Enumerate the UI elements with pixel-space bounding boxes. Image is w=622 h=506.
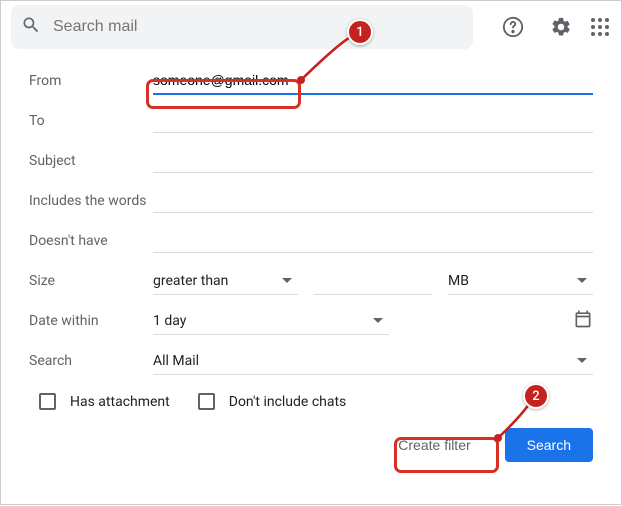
header <box>1 1 621 49</box>
doesnt-have-label: Doesn't have <box>29 233 153 249</box>
calendar-icon[interactable] <box>573 309 593 333</box>
search-bar[interactable] <box>11 5 473 49</box>
date-range-value: 1 day <box>153 313 186 329</box>
search-label: Search <box>29 353 153 369</box>
size-label: Size <box>29 273 153 289</box>
search-scope-dropdown[interactable]: All Mail <box>153 347 593 375</box>
chevron-down-icon <box>282 278 292 283</box>
from-field[interactable] <box>153 68 593 95</box>
row-date: Date within 1 day <box>29 301 593 341</box>
checkbox-icon <box>198 393 215 410</box>
button-row: Create filter Search <box>29 414 593 474</box>
row-size: Size greater than MB <box>29 261 593 301</box>
gear-icon[interactable] <box>541 7 581 47</box>
has-attachment-checkbox[interactable]: Has attachment <box>39 393 170 410</box>
create-filter-button[interactable]: Create filter <box>376 428 492 462</box>
size-unit-dropdown[interactable]: MB <box>448 267 593 295</box>
size-unit-value: MB <box>448 273 469 289</box>
to-field[interactable] <box>153 109 593 133</box>
includes-label: Includes the words <box>29 193 153 209</box>
includes-field[interactable] <box>153 189 593 213</box>
chevron-down-icon <box>577 358 587 363</box>
search-icon <box>21 15 41 39</box>
from-input[interactable] <box>153 72 593 88</box>
row-includes: Includes the words <box>29 181 593 221</box>
row-search: Search All Mail <box>29 341 593 381</box>
header-icons <box>493 7 611 47</box>
to-label: To <box>29 113 153 129</box>
row-from: From <box>29 61 593 101</box>
row-doesnt-have: Doesn't have <box>29 221 593 261</box>
date-label: Date within <box>29 313 153 329</box>
checkbox-row: Has attachment Don't include chats <box>29 381 593 414</box>
size-op-value: greater than <box>153 273 228 289</box>
date-range-dropdown[interactable]: 1 day <box>153 307 389 335</box>
row-to: To <box>29 101 593 141</box>
no-chats-checkbox[interactable]: Don't include chats <box>198 393 347 410</box>
help-icon[interactable] <box>493 7 533 47</box>
chevron-down-icon <box>373 318 383 323</box>
apps-icon[interactable] <box>589 7 611 47</box>
has-attachment-label: Has attachment <box>70 394 170 410</box>
row-subject: Subject <box>29 141 593 181</box>
checkbox-icon <box>39 393 56 410</box>
no-chats-label: Don't include chats <box>229 394 347 410</box>
subject-field[interactable] <box>153 149 593 173</box>
size-value-field[interactable] <box>314 267 432 295</box>
search-button[interactable]: Search <box>505 428 593 462</box>
subject-label: Subject <box>29 153 153 169</box>
filter-panel: From To Subject Includes the words Doesn… <box>1 49 621 474</box>
chevron-down-icon <box>577 278 587 283</box>
size-op-dropdown[interactable]: greater than <box>153 267 298 295</box>
search-scope-value: All Mail <box>153 353 199 369</box>
search-input[interactable] <box>53 18 463 36</box>
from-label: From <box>29 73 153 89</box>
doesnt-have-field[interactable] <box>153 229 593 253</box>
